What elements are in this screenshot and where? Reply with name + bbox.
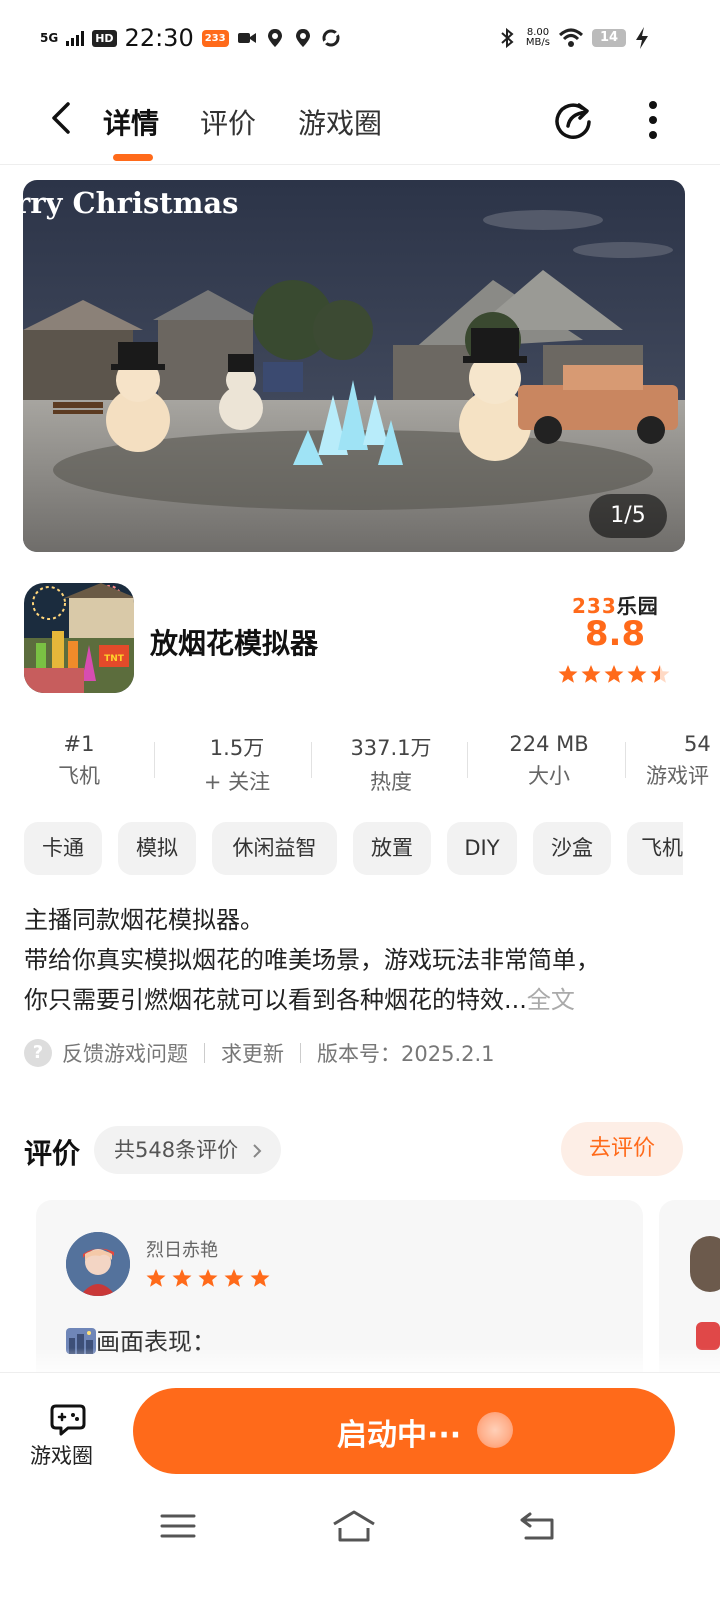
screenshot-caption: rry Christmas xyxy=(23,186,239,220)
back-arrow-icon[interactable] xyxy=(44,98,84,138)
app-notification-icon: 233 xyxy=(201,29,229,47)
feedback-row: ? 反馈游戏问题 求更新 版本号：2025.2.1 xyxy=(24,1038,495,1068)
half-star-icon xyxy=(650,665,670,683)
app-rating-stars xyxy=(558,664,670,684)
user-avatar-image xyxy=(66,1232,130,1296)
read-more-link[interactable]: 全文 xyxy=(527,986,575,1014)
reviewer-name: 烈日赤艳 xyxy=(146,1240,218,1261)
divider xyxy=(154,742,155,778)
bluetooth-icon xyxy=(501,27,514,49)
app-icon[interactable]: TNT xyxy=(24,583,134,693)
location-icon xyxy=(267,29,282,47)
write-review-button[interactable]: 去评价 xyxy=(561,1122,683,1176)
chevron-right-icon xyxy=(253,1144,262,1158)
home-icon[interactable] xyxy=(330,1508,378,1544)
hd-badge: HD xyxy=(92,29,117,47)
launch-label: 启动中··· xyxy=(337,1418,462,1453)
tag-chip[interactable]: 飞机 xyxy=(627,822,683,875)
stat-rank: #1 飞机 xyxy=(58,732,100,788)
star-icon xyxy=(604,665,624,683)
star-icon xyxy=(198,1269,218,1287)
location-icon-2 xyxy=(295,29,310,47)
battery-indicator: 14 xyxy=(592,29,626,47)
review-count-button[interactable]: 共548条评价 xyxy=(94,1126,281,1174)
app-name: 放烟花模拟器 xyxy=(150,627,319,660)
help-icon: ? xyxy=(24,1039,52,1067)
review-stars xyxy=(146,1268,270,1288)
menu-icon[interactable] xyxy=(158,1508,198,1544)
launch-button[interactable]: 启动中··· xyxy=(133,1388,675,1474)
back-icon[interactable] xyxy=(518,1508,558,1544)
emoji-icon xyxy=(696,1322,720,1350)
star-icon xyxy=(172,1269,192,1287)
network-speed: 8.00 MB/s xyxy=(525,27,550,48)
divider xyxy=(204,1043,205,1063)
stat-popularity: 337.1万 热度 xyxy=(350,736,432,794)
video-icon xyxy=(237,33,256,43)
game-circle-icon[interactable] xyxy=(48,1398,88,1438)
charging-icon xyxy=(636,27,648,49)
more-options-icon[interactable] xyxy=(648,100,658,140)
sync-icon xyxy=(322,29,340,47)
game-description: 主播同款烟花模拟器。 带给你真实模拟烟花的唯美场景，游戏玩法非常简单， 你只需要… xyxy=(24,906,600,1014)
signal-icon xyxy=(66,30,85,46)
tag-chip[interactable]: 模拟 xyxy=(118,822,196,875)
network-type: 5G xyxy=(40,31,59,45)
tab-reviews[interactable]: 评价 xyxy=(200,102,256,142)
status-time: 22:30 xyxy=(124,24,194,52)
app-icon-artwork: TNT xyxy=(24,583,134,693)
divider xyxy=(300,1043,301,1063)
star-icon xyxy=(558,665,578,683)
request-update-link[interactable]: 求更新 xyxy=(221,1038,284,1068)
app-score: 8.8 xyxy=(584,614,646,654)
wifi-icon xyxy=(558,28,584,47)
loading-spinner-icon xyxy=(477,1412,513,1448)
game-screenshot-image xyxy=(23,180,685,552)
tag-chip[interactable]: 卡通 xyxy=(24,822,102,875)
screenshot-carousel[interactable]: rry Christmas 1/5 xyxy=(23,180,685,552)
reviews-heading: 评价 xyxy=(24,1137,81,1170)
star-icon xyxy=(250,1269,270,1287)
star-icon xyxy=(627,665,647,683)
stat-game-reviews[interactable]: 54 游戏评 xyxy=(646,732,720,790)
status-bar: 5G HD 22:30 233 8.00 MB/s 14 xyxy=(0,0,720,80)
active-tab-indicator xyxy=(113,154,153,161)
game-circle-label[interactable]: 游戏圈 xyxy=(30,1440,93,1470)
star-icon xyxy=(224,1269,244,1287)
avatar[interactable] xyxy=(66,1232,130,1296)
follow-button[interactable]: 1.5万 + 关注 xyxy=(162,732,312,796)
tag-chip[interactable]: 放置 xyxy=(353,822,431,875)
carousel-counter: 1/5 xyxy=(589,494,667,538)
tag-chip[interactable]: 沙盒 xyxy=(533,822,611,875)
share-icon[interactable] xyxy=(552,98,596,142)
star-icon xyxy=(581,665,601,683)
tag-chip[interactable]: 休闲益智 xyxy=(212,822,337,875)
divider xyxy=(467,742,468,778)
tab-details[interactable]: 详情 xyxy=(103,102,159,142)
tnt-label: TNT xyxy=(104,654,125,664)
divider xyxy=(625,742,626,778)
tag-chip[interactable]: DIY xyxy=(447,822,517,875)
version-label: 版本号：2025.2.1 xyxy=(317,1042,495,1066)
avatar xyxy=(690,1236,720,1292)
stat-size: 224 MB 大小 xyxy=(509,732,589,788)
divider xyxy=(311,742,312,778)
report-issue-link[interactable]: 反馈游戏问题 xyxy=(62,1038,188,1068)
star-icon xyxy=(146,1269,166,1287)
tab-game-circle[interactable]: 游戏圈 xyxy=(298,102,382,142)
